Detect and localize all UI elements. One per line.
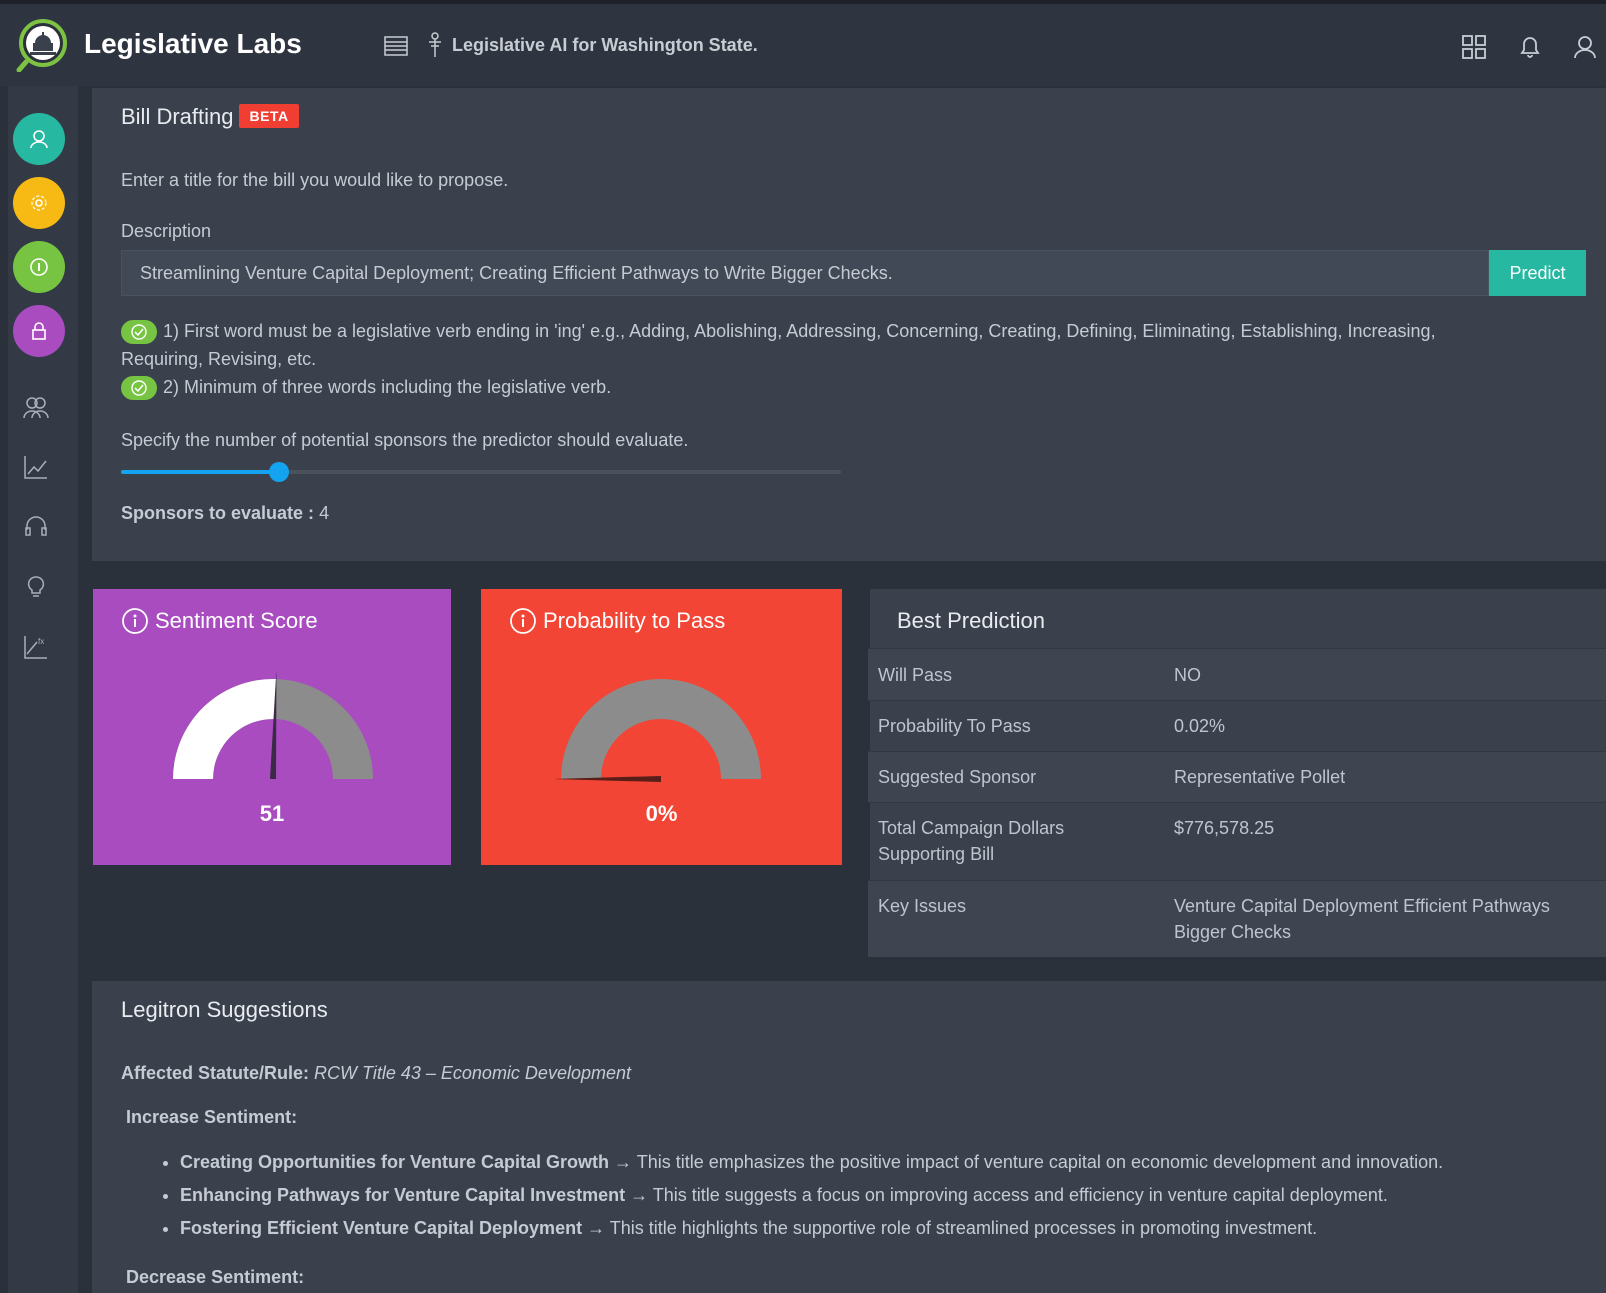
slider-fill [121,470,280,474]
suggestions-title: Legitron Suggestions [121,997,328,1022]
predict-button[interactable]: Predict [1489,250,1586,296]
rule-2-text: 2) Minimum of three words including the … [163,377,612,397]
prediction-value: Venture Capital Deployment Efficient Pat… [1174,896,1550,942]
sponsors-to-evaluate: Sponsors to evaluate : 4 [121,503,329,524]
gauge-fill [173,679,277,779]
prediction-row-probability: Probability To Pass 0.02% [868,700,1606,751]
prediction-row-key-issues: Key Issues Venture Capital Deployment Ef… [868,880,1606,957]
sentiment-title: Sentiment Score [121,607,318,635]
user-icon[interactable] [1572,34,1598,60]
bill-instructions: Enter a title for the bill you would lik… [121,170,509,190]
flower-icon [31,195,47,211]
statute-label: Affected Statute/Rule: [121,1063,310,1083]
sentiment-gauge [173,669,373,780]
prediction-label: Probability To Pass [878,716,1031,736]
prediction-row-sponsor: Suggested Sponsor Representative Pollet [868,751,1606,802]
probability-value: 0% [645,801,678,826]
increase-sentiment-heading: Increase Sentiment: [126,1107,298,1127]
check-icon [121,376,157,401]
prediction-label: Will Pass [878,665,953,685]
prediction-value: 0.02% [1174,716,1226,736]
chart-icon[interactable] [23,454,49,480]
decrease-sentiment-heading: Decrease Sentiment: [126,1267,305,1287]
statute-value: RCW Title 43 – Economic Development [314,1063,631,1083]
best-prediction-title: Best Prediction [897,608,1045,633]
prediction-label: Suggested Sponsor [878,767,1037,787]
flag-icon [429,32,441,57]
bulb-icon[interactable] [23,574,49,600]
brand-name[interactable]: Legislative Labs [84,28,302,60]
prediction-label: Total Campaign Dollars Supporting Bill [878,818,1065,864]
sidebar-lock-button[interactable] [13,305,65,357]
suggestion-list: Creating Opportunities for Venture Capit… [150,1150,1443,1249]
menu-lines-icon[interactable] [384,36,408,56]
description-input[interactable]: Streamlining Venture Capital Deployment;… [121,250,1489,296]
function-chart-icon[interactable]: fx [23,634,49,660]
prediction-table: Will Pass NO Probability To Pass 0.02% S… [868,648,1606,957]
headset-icon[interactable] [23,514,49,540]
affected-statute: Affected Statute/Rule: RCW Title 43 – Ec… [121,1063,631,1084]
slider-label: Specify the number of potential sponsors… [121,430,689,450]
beta-badge: BETA [239,104,299,128]
probability-gauge [556,679,761,782]
list-item: Creating Opportunities for Venture Capit… [180,1150,1443,1174]
prediction-row-campaign: Total Campaign Dollars Supporting Bill $… [868,802,1606,880]
users-icon[interactable] [23,394,49,420]
probability-card: Probability to Pass 0% [481,589,842,865]
rule-1: 1) First word must be a legislative verb… [121,317,1591,373]
sentiment-value: 51 [259,801,285,826]
tagline: Legislative AI for Washington State. [426,32,758,58]
capitol-magnifier-icon[interactable] [16,18,70,72]
prediction-row-will-pass: Will Pass NO [868,648,1606,700]
list-item: Fostering Efficient Venture Capital Depl… [180,1216,1443,1240]
sentiment-card: Sentiment Score 51 [93,589,451,865]
sponsors-value: 4 [319,503,330,523]
prediction-label: Key Issues [878,896,967,916]
bill-drafting-title: Bill Drafting BETA [121,104,299,130]
sidebar-settings-button[interactable] [13,177,65,229]
bell-icon[interactable] [1517,34,1543,60]
gauge-track [561,679,761,779]
sidebar: fx [8,86,78,1293]
user-icon [30,130,48,149]
svg-text:fx: fx [38,637,44,646]
check-icon [121,320,157,345]
grid-icon[interactable] [1461,34,1487,60]
info-icon [30,258,48,276]
tagline-text: Legislative AI for Washington State. [452,34,758,55]
sidebar-profile-button[interactable] [13,113,65,165]
probability-title: Probability to Pass [509,607,725,635]
lock-icon [32,322,46,340]
rule-1-text: 1) First word must be a legislative verb… [163,321,1436,341]
sidebar-info-button[interactable] [13,241,65,293]
info-icon[interactable] [121,607,149,635]
prediction-value: NO [1174,665,1201,685]
top-bar: Legislative Labs Legislative AI for Wash… [0,0,1606,86]
description-label: Description [121,221,212,241]
sponsor-slider[interactable] [121,462,841,482]
rule-2: 2) Minimum of three words including the … [121,373,611,401]
prediction-value: $776,578.25 [1174,818,1275,838]
prediction-value: Representative Pollet [1174,767,1346,787]
sponsors-label: Sponsors to evaluate : [121,503,315,523]
rule-1-text-continued: Requiring, Revising, etc. [121,349,317,369]
info-icon[interactable] [509,607,537,635]
list-item: Enhancing Pathways for Venture Capital I… [180,1183,1443,1207]
